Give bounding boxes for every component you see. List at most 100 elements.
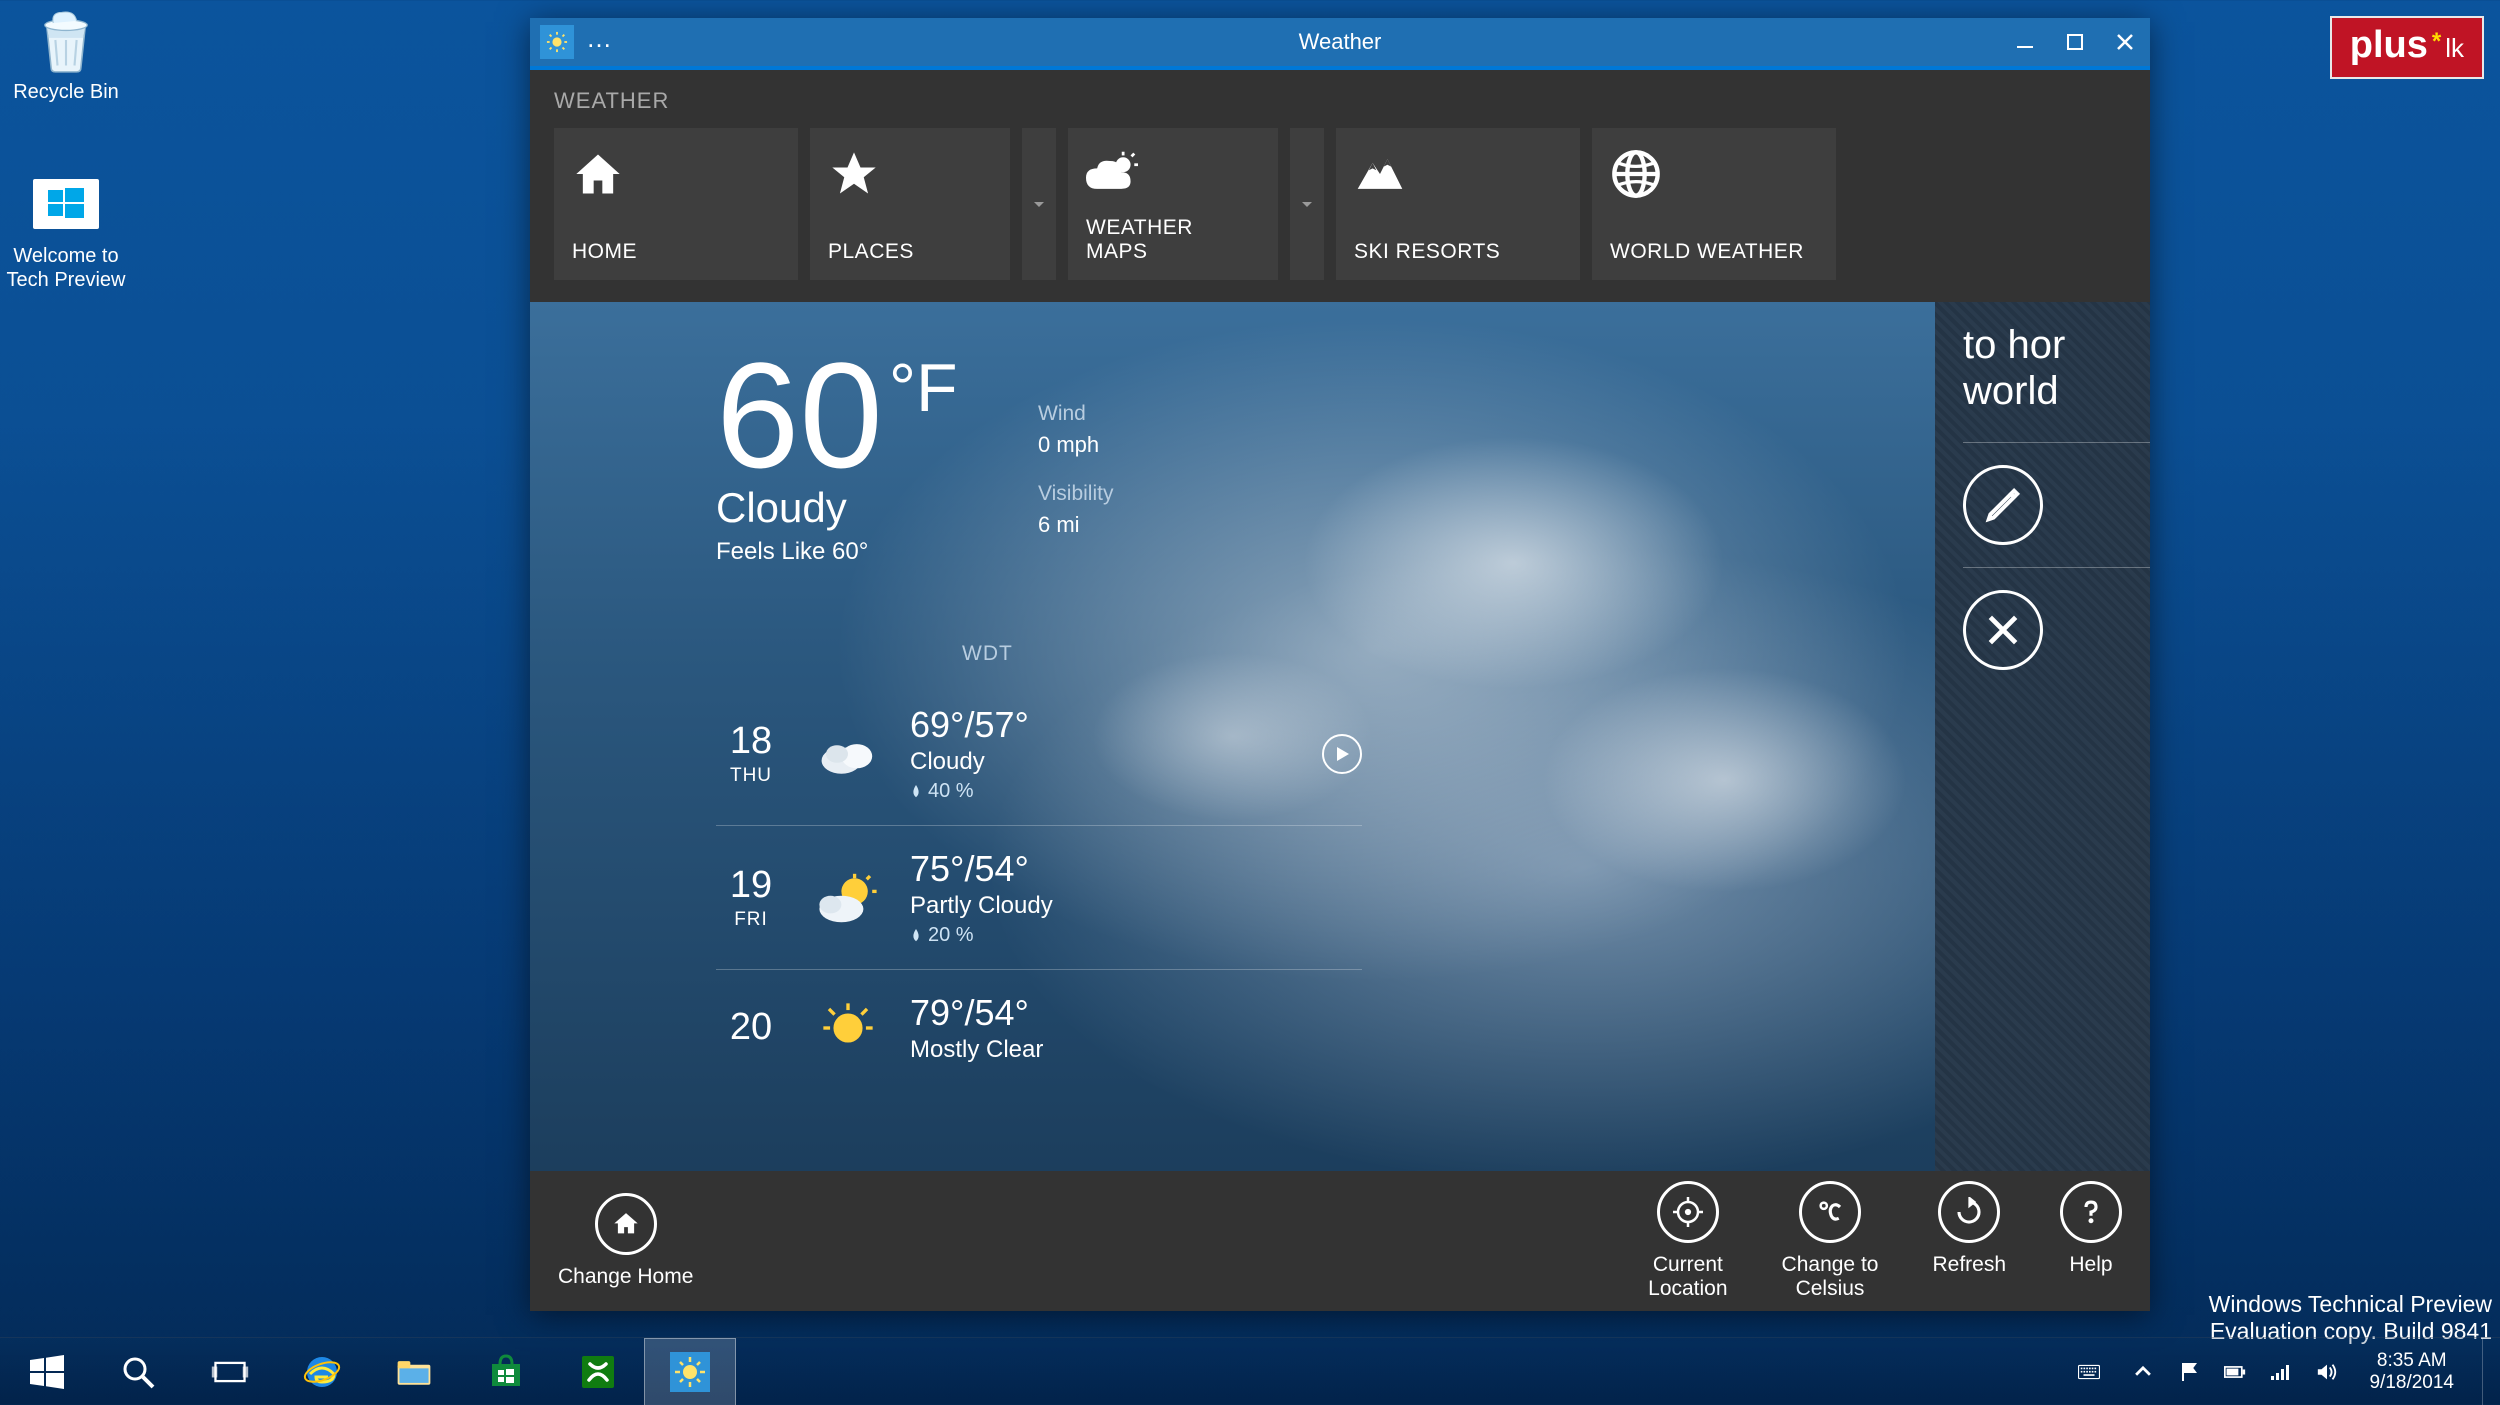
forecast-row[interactable]: 19 FRI 75°/54° Partly Cloudy 20 %: [716, 825, 1362, 969]
nav-world-weather[interactable]: WORLD WEATHER: [1592, 128, 1836, 280]
task-view-button[interactable]: [184, 1338, 276, 1405]
play-forecast-button[interactable]: [1322, 734, 1362, 774]
refresh-icon: [1938, 1181, 2000, 1243]
taskbar: 8:35 AM 9/18/2014: [0, 1337, 2500, 1405]
current-details: Wind 0 mph Visibility 6 mi: [1038, 402, 1113, 562]
forecast-date: 18: [716, 720, 786, 763]
welcome-tech-preview[interactable]: Welcome to Tech Preview: [6, 168, 126, 292]
window-title: Weather: [1299, 29, 1382, 55]
forecast-cond: Partly Cloudy: [910, 892, 1362, 920]
weather-window: … Weather WEATHER HOME PLACES WEATHER MA…: [530, 18, 2150, 1311]
nav-places[interactable]: PLACES: [810, 128, 1010, 280]
tech-preview-label: Welcome to Tech Preview: [6, 244, 126, 292]
side-heading: to hor world: [1963, 322, 2150, 414]
search-button[interactable]: [92, 1338, 184, 1405]
side-panel[interactable]: to hor world: [1935, 302, 2150, 1171]
nav-maps-dropdown[interactable]: [1290, 128, 1324, 280]
network-tray-icon[interactable]: [2267, 1358, 2295, 1386]
minimize-button[interactable]: [2008, 25, 2042, 59]
forecast-hilo: 79°/54°: [910, 992, 1362, 1034]
current-location-button[interactable]: Current Location: [1648, 1181, 1727, 1301]
nav-ski-resorts[interactable]: SKI RESORTS: [1336, 128, 1580, 280]
pluslk-logo: plus*lk: [2330, 16, 2484, 79]
data-provider: WDT: [962, 642, 1013, 666]
start-button[interactable]: [0, 1338, 92, 1405]
clock-date: 9/18/2014: [2369, 1372, 2454, 1394]
xbox-taskbar-icon[interactable]: [552, 1338, 644, 1405]
tray-chevron-icon[interactable]: [2129, 1358, 2157, 1386]
cloudy-icon: [808, 721, 888, 787]
forecast-day: THU: [716, 765, 786, 787]
titlebar-menu-icon[interactable]: …: [586, 23, 612, 54]
forecast-precip: 40 %: [928, 780, 974, 803]
forecast-list: 18 THU 69°/57° Cloudy 40 %: [716, 682, 1362, 1086]
clock-time: 8:35 AM: [2369, 1350, 2454, 1372]
change-celsius-button[interactable]: Change to Celsius: [1782, 1181, 1879, 1301]
star-icon: [828, 144, 992, 204]
file-explorer-taskbar-icon[interactable]: [368, 1338, 460, 1405]
show-desktop-button[interactable]: [2482, 1338, 2492, 1405]
nav-places-label: PLACES: [828, 240, 992, 264]
change-home-icon: [595, 1193, 657, 1255]
flag-tray-icon[interactable]: [2175, 1358, 2203, 1386]
weather-main-panel[interactable]: 60 °F Cloudy Feels Like 60° Wind 0 mph V…: [530, 302, 1935, 1171]
forecast-day: FRI: [716, 909, 786, 931]
pluslk-brand: plus: [2350, 24, 2428, 67]
wind-value: 0 mph: [1038, 432, 1113, 458]
change-home-button[interactable]: Change Home: [558, 1193, 693, 1289]
refresh-label: Refresh: [1932, 1253, 2006, 1277]
cloud-sun-icon: [1086, 144, 1260, 204]
taskbar-clock[interactable]: 8:35 AM 9/18/2014: [2359, 1350, 2464, 1394]
forecast-date: 20: [716, 1006, 786, 1049]
watermark-line1: Windows Technical Preview: [2209, 1291, 2492, 1318]
battery-tray-icon[interactable]: [2221, 1358, 2249, 1386]
nav-places-dropdown[interactable]: [1022, 128, 1056, 280]
nav-ski-label: SKI RESORTS: [1354, 240, 1562, 264]
recycle-bin-icon: [30, 4, 102, 76]
change-celsius-label: Change to Celsius: [1782, 1253, 1879, 1301]
forecast-date: 19: [716, 864, 786, 907]
home-icon: [572, 144, 780, 204]
side-clear-button[interactable]: [1963, 590, 2150, 670]
forecast-row[interactable]: 20 79°/54° Mostly Clear: [716, 969, 1362, 1086]
pluslk-suffix: lk: [2445, 33, 2464, 64]
ribbon: WEATHER HOME PLACES WEATHER MAPS SKI RES…: [530, 70, 2150, 302]
weather-taskbar-icon[interactable]: [644, 1338, 736, 1405]
current-location-label: Current Location: [1648, 1253, 1727, 1301]
help-icon: [2060, 1181, 2122, 1243]
feels-like: Feels Like 60°: [716, 538, 958, 566]
target-icon: [1657, 1181, 1719, 1243]
ribbon-heading: WEATHER: [554, 88, 2126, 114]
nav-maps-label: WEATHER MAPS: [1086, 216, 1260, 264]
app-bar: Change Home Current Location Change to C…: [530, 1171, 2150, 1311]
sunny-icon: [808, 995, 888, 1061]
volume-tray-icon[interactable]: [2313, 1358, 2341, 1386]
forecast-cond: Mostly Clear: [910, 1036, 1362, 1064]
app-icon: [540, 25, 574, 59]
forecast-hilo: 69°/57°: [910, 704, 1300, 746]
nav-weather-maps[interactable]: WEATHER MAPS: [1068, 128, 1278, 280]
nav-home[interactable]: HOME: [554, 128, 798, 280]
visibility-label: Visibility: [1038, 482, 1113, 506]
current-conditions: 60 °F Cloudy Feels Like 60°: [716, 340, 958, 566]
pencil-icon: [1963, 465, 2043, 545]
help-label: Help: [2069, 1253, 2112, 1277]
forecast-precip: 20 %: [928, 924, 974, 947]
recycle-bin[interactable]: Recycle Bin: [6, 4, 126, 104]
titlebar[interactable]: … Weather: [530, 18, 2150, 66]
maximize-button[interactable]: [2058, 25, 2092, 59]
visibility-value: 6 mi: [1038, 512, 1113, 538]
close-button[interactable]: [2108, 25, 2142, 59]
refresh-button[interactable]: Refresh: [1932, 1181, 2006, 1301]
temp-unit: °F: [889, 354, 958, 422]
forecast-cond: Cloudy: [910, 748, 1300, 776]
ie-taskbar-icon[interactable]: [276, 1338, 368, 1405]
help-button[interactable]: Help: [2060, 1181, 2122, 1301]
keyboard-tray-icon[interactable]: [2067, 1358, 2111, 1386]
nav-home-label: HOME: [572, 240, 780, 264]
current-temp-value: 60: [716, 340, 883, 490]
side-edit-button[interactable]: [1963, 465, 2150, 545]
forecast-row[interactable]: 18 THU 69°/57° Cloudy 40 %: [716, 682, 1362, 825]
store-taskbar-icon[interactable]: [460, 1338, 552, 1405]
mountain-icon: [1354, 144, 1562, 204]
